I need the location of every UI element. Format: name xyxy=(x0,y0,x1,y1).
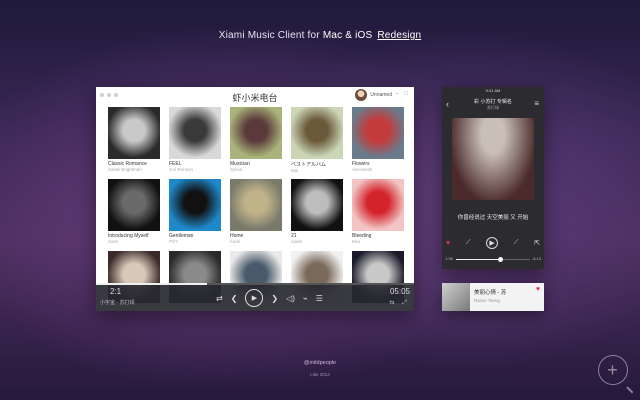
footer-like: Like 2013 xyxy=(310,372,330,377)
mac-progress-bar[interactable] xyxy=(96,283,414,285)
prev-icon[interactable]: ⟋ xyxy=(466,239,471,247)
mac-client-window: 虾小米电台 Unnamed – □ Classic Romance Sarah B… xyxy=(96,87,414,311)
now-playing-song: 小宇宙 - 苏打绿 xyxy=(100,300,135,306)
playlist-icon[interactable]: ☰ xyxy=(316,294,323,303)
volume-icon[interactable]: ◁) xyxy=(286,294,295,303)
zoom-in-icon[interactable]: + xyxy=(598,355,628,385)
phone-time-elapsed: 1:06 xyxy=(445,256,453,261)
prev-icon[interactable]: ❮ xyxy=(231,294,238,303)
window-controls[interactable]: – □ xyxy=(395,91,410,97)
avatar[interactable] xyxy=(355,89,368,101)
album-cover[interactable] xyxy=(352,179,404,231)
album-artist: Adele xyxy=(291,239,303,244)
user-profile[interactable]: Unnamed xyxy=(355,89,392,101)
album-artist: Aerosmith xyxy=(352,167,373,172)
footer-credit: @mildpeople xyxy=(303,360,337,366)
player-extra-icons[interactable]: ⇆ ⤢ xyxy=(390,299,411,307)
next-icon[interactable]: ❯ xyxy=(271,294,278,303)
album-cover[interactable] xyxy=(108,107,160,159)
headline: Xiami Music Client for Mac & iOS Redesig… xyxy=(0,30,640,41)
next-icon[interactable]: ⟋ xyxy=(514,239,519,247)
mini-artist: Rainie Tseng xyxy=(474,298,500,303)
heart-icon[interactable]: ♥ xyxy=(446,240,450,247)
album-artist: PSY xyxy=(169,239,179,244)
album-tile[interactable]: Flowers Aerosmith xyxy=(352,107,404,172)
mini-player[interactable]: 美丽心情 - 苏 Rainie Tseng ♥ xyxy=(442,283,544,311)
album-cover[interactable] xyxy=(108,179,160,231)
phone-song-artist: 苏打绿 xyxy=(487,105,499,110)
headline-prefix: Xiami Music Client for xyxy=(218,30,320,41)
album-artist: Sylvia xyxy=(230,167,243,172)
phone-song-title: 彩 小苏打 专辑名 xyxy=(474,99,512,105)
phone-navbar: ‹ 彩 小苏打 专辑名 苏打绿 ≡ xyxy=(442,95,544,117)
album-artist: Mai xyxy=(291,168,299,173)
heart-icon[interactable]: ♥ xyxy=(536,286,540,293)
album-tile[interactable]: Gentleman PSY xyxy=(169,179,221,244)
phone-album-art xyxy=(452,118,534,200)
album-cover[interactable] xyxy=(169,179,221,231)
phone-time-remaining: -4:13 xyxy=(531,256,541,261)
album-tile[interactable]: 21 Adele xyxy=(291,179,343,244)
album-cover[interactable] xyxy=(352,107,404,159)
album-cover[interactable] xyxy=(291,179,343,231)
status-bar: 9:41 AM xyxy=(485,88,501,93)
mac-player-bar: 2:1 小宇宙 - 苏打绿 05:05 ⇄ ❮ ▶ ❯ ◁) ⌁ ☰ ⇆ ⤢ xyxy=(96,283,414,311)
total-time: 05:05 xyxy=(389,287,410,296)
user-name: Unnamed xyxy=(370,92,392,98)
mini-thumbnail xyxy=(442,283,470,311)
phone-controls: ♥ ⟋ ▶ ⟋ ⇱ xyxy=(446,237,540,249)
album-tile[interactable]: ベストアルバム Mai xyxy=(291,107,343,173)
share-icon[interactable]: ⇱ xyxy=(534,239,540,247)
album-cover[interactable] xyxy=(169,107,221,159)
play-icon[interactable]: ▶ xyxy=(245,289,264,307)
current-time: 2:1 xyxy=(110,287,122,296)
album-cover[interactable] xyxy=(291,107,343,159)
album-tile[interactable]: Bleeding Bea xyxy=(352,179,404,244)
album-artist: Kami xyxy=(230,239,241,244)
album-artist: Sami xyxy=(108,239,119,244)
album-artist: Jon Ronson xyxy=(169,167,194,172)
album-cover[interactable] xyxy=(230,179,282,231)
lyrics-icon[interactable]: ⌁ xyxy=(303,294,308,303)
shuffle-icon[interactable]: ⇄ xyxy=(216,294,223,303)
phone-lyric: 你曾经说过 天空美丽 又 开始 xyxy=(457,215,529,221)
play-icon[interactable]: ▶ xyxy=(486,237,499,249)
album-tile[interactable]: Musician Sylvia xyxy=(230,107,282,172)
progress-knob[interactable] xyxy=(498,257,504,262)
headline-platforms: Mac & iOS xyxy=(322,30,373,41)
phone-progress-bar[interactable] xyxy=(456,257,530,262)
album-tile[interactable]: FEEL Jon Ronson xyxy=(169,107,221,172)
mac-titlebar: 虾小米电台 Unnamed – □ xyxy=(96,87,414,105)
album-title: ベストアルバム xyxy=(291,162,327,168)
album-artist: Bea xyxy=(352,239,361,244)
menu-icon[interactable]: ≡ xyxy=(534,99,539,108)
album-cover[interactable] xyxy=(230,107,282,159)
mini-title: 美丽心情 - 苏 xyxy=(474,290,507,296)
album-artist: Sarah Brightman xyxy=(108,167,142,172)
album-tile[interactable]: Introducing Myself Sami xyxy=(108,179,160,244)
album-tile[interactable]: Classic Romance Sarah Brightman xyxy=(108,107,160,172)
ios-phone-screen: 9:41 AM ‹ 彩 小苏打 专辑名 苏打绿 ≡ 你曾经说过 天空美丽 又 开… xyxy=(442,87,544,269)
playback-controls: ⇄ ❮ ▶ ❯ ◁) ⌁ ☰ xyxy=(216,289,323,307)
album-tile[interactable]: Home Kami xyxy=(230,179,282,244)
headline-redesign-link[interactable]: Redesign xyxy=(377,30,421,41)
